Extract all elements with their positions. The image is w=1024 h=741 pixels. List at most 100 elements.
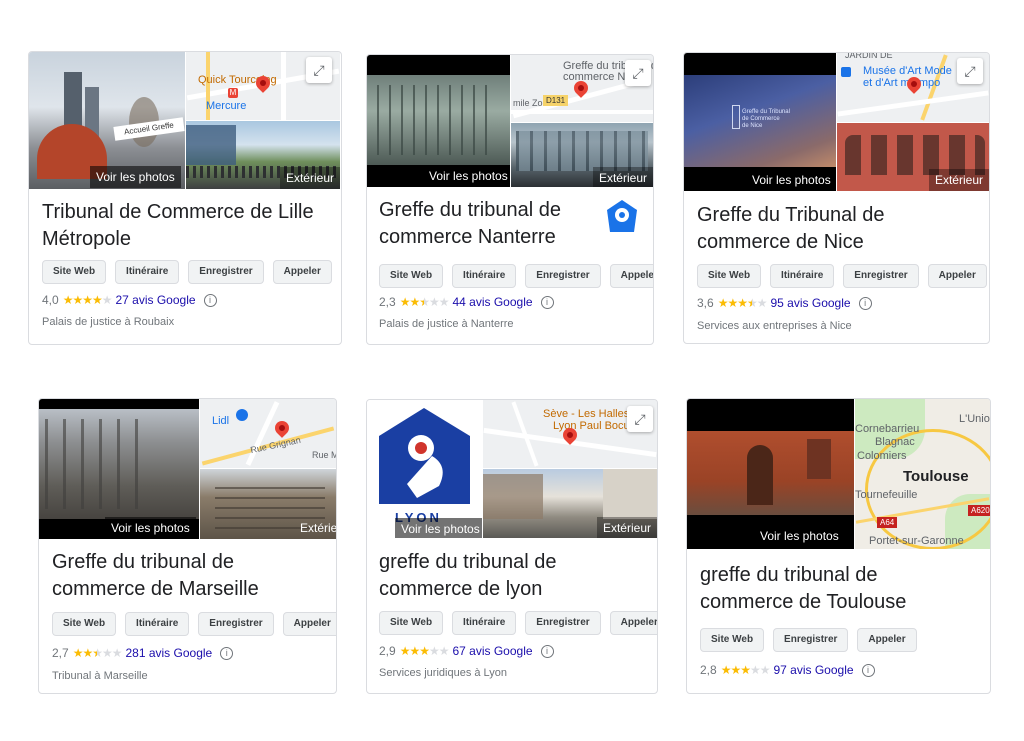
action-buttons: Site Web Itinéraire Enregistrer Appeler <box>52 612 336 636</box>
info-icon[interactable]: i <box>220 646 234 660</box>
map-thumbnail[interactable]: Lidl Rue Grignan Rue M <box>200 399 336 468</box>
website-button[interactable]: Site Web <box>42 260 107 284</box>
directions-button[interactable]: Itinéraire <box>770 264 835 288</box>
exterior-photo[interactable]: Extérieur <box>511 123 653 187</box>
reviews-link[interactable]: 44 avis Google <box>452 295 532 309</box>
map-thumbnail[interactable]: Quick Tourcoing M Mercure ⤢ <box>186 52 340 120</box>
star-rating: ★★★★★ <box>399 644 450 658</box>
reviews-link[interactable]: 95 avis Google <box>771 296 851 310</box>
directions-button[interactable]: Itinéraire <box>452 264 517 288</box>
main-photo[interactable]: Accueil Greffe Voir les photos <box>29 52 185 189</box>
call-button[interactable]: Appeler <box>272 260 332 284</box>
info-icon[interactable]: i <box>540 295 554 309</box>
business-card-lille[interactable]: Accueil Greffe Voir les photos Quick Tou… <box>28 51 342 345</box>
business-title[interactable]: Tribunal de Commerce de Lille Métropole <box>42 199 314 253</box>
metro-icon: M <box>228 88 238 98</box>
business-title[interactable]: greffe du tribunal de commerce de Toulou… <box>700 562 906 616</box>
directions-button[interactable]: Itinéraire <box>125 612 190 636</box>
rating-value: 2,8 <box>700 663 717 677</box>
save-button[interactable]: Enregistrer <box>198 612 274 636</box>
see-photos-button[interactable]: Voir les photos <box>90 166 181 188</box>
website-button[interactable]: Site Web <box>379 611 444 635</box>
shop-icon <box>236 409 248 421</box>
directions-button[interactable]: Itinéraire <box>115 260 180 284</box>
business-title[interactable]: Greffe du tribunal de commerce de Marsei… <box>52 549 259 603</box>
call-button[interactable]: Appeler <box>282 612 336 636</box>
main-photo[interactable]: Voir les photos <box>687 399 854 549</box>
rating-row: 3,6 ★★★★★ 95 avis Google i <box>697 296 872 310</box>
star-rating: ★★★★★ <box>62 293 113 307</box>
call-button[interactable]: Appeler <box>609 611 657 635</box>
info-icon[interactable]: i <box>858 296 872 310</box>
reviews-link[interactable]: 27 avis Google <box>115 293 195 307</box>
exterior-photo[interactable]: Extérieur <box>186 121 340 189</box>
rating-value: 2,3 <box>379 295 396 309</box>
business-card-toulouse[interactable]: Voir les photos L'Union Cornebarrieu Bla… <box>686 398 991 694</box>
see-photos-button[interactable]: Voir les photos <box>423 165 510 187</box>
map-thumbnail[interactable]: Greffe du tribunal de commerce N mile Zo… <box>511 55 653 122</box>
justice-logo-icon <box>607 200 637 232</box>
business-card-nice[interactable]: Greffe du Tribunal de Commerce de Nice Voi… <box>683 52 990 344</box>
reviews-link[interactable]: 67 avis Google <box>452 644 532 658</box>
exterior-photo[interactable]: Extérieur <box>483 469 657 538</box>
website-button[interactable]: Site Web <box>700 628 765 652</box>
save-button[interactable]: Enregistrer <box>525 264 601 288</box>
reviews-link[interactable]: 97 avis Google <box>773 663 853 677</box>
business-title[interactable]: Greffe du Tribunal de commerce de Nice <box>697 202 885 256</box>
action-buttons: Site Web Itinéraire Enregistrer Appeler <box>379 264 653 288</box>
see-photos-button[interactable]: Voir les photos <box>754 525 845 547</box>
expand-map-icon[interactable]: ⤢ <box>306 57 332 83</box>
expand-map-icon[interactable]: ⤢ <box>625 60 651 86</box>
save-button[interactable]: Enregistrer <box>525 611 601 635</box>
call-button[interactable]: Appeler <box>609 264 653 288</box>
see-photos-button[interactable]: Voir les photos <box>105 517 196 539</box>
rating-value: 2,7 <box>52 646 69 660</box>
exterior-photo[interactable]: Extérie <box>200 469 336 539</box>
action-buttons: Site Web Itinéraire Enregistrer Appeler <box>42 260 332 284</box>
expand-map-icon[interactable]: ⤢ <box>627 406 653 432</box>
business-card-marseille[interactable]: Voir les photos Lidl Rue Grignan Rue M E… <box>38 398 337 694</box>
see-photos-button[interactable]: Voir les photos <box>395 518 482 538</box>
category: Tribunal à Marseille <box>52 670 148 682</box>
category: Services juridiques à Lyon <box>379 667 507 679</box>
main-photo[interactable]: Voir les photos <box>39 399 199 539</box>
call-button[interactable]: Appeler <box>857 628 917 652</box>
directions-button[interactable]: Itinéraire <box>452 611 517 635</box>
star-rating: ★★★★★ <box>72 646 123 660</box>
website-button[interactable]: Site Web <box>52 612 117 636</box>
map-thumbnail[interactable]: JARDIN DE Musée d'Art Mode et d'Art mtem… <box>837 53 989 122</box>
map-thumbnail[interactable]: L'Union Cornebarrieu Blagnac Colomiers T… <box>855 399 990 549</box>
map-thumbnail[interactable]: Sève - Les Halles de Lyon Paul Bocuse ⤢ <box>483 400 657 468</box>
main-photo[interactable]: Greffe du Tribunal de Commerce de Nice Voi… <box>684 53 836 191</box>
expand-map-icon[interactable]: ⤢ <box>957 58 983 84</box>
star-rating: ★★★★★ <box>720 663 771 677</box>
rating-value: 4,0 <box>42 293 59 307</box>
category: Palais de justice à Nanterre <box>379 318 514 330</box>
business-card-lyon[interactable]: LYON Voir les photos Sève - Les Halles d… <box>366 399 658 694</box>
rating-value: 3,6 <box>697 296 714 310</box>
info-icon[interactable]: i <box>861 663 875 677</box>
info-icon[interactable]: i <box>540 644 554 658</box>
business-title[interactable]: Greffe du tribunal de commerce Nanterre <box>379 197 561 251</box>
main-photo[interactable]: LYON Voir les photos <box>367 400 482 538</box>
lyon-justice-logo-icon <box>379 408 470 504</box>
see-photos-button[interactable]: Voir les photos <box>746 169 836 191</box>
exterior-photo[interactable]: Extérieur <box>837 123 989 191</box>
save-button[interactable]: Enregistrer <box>188 260 264 284</box>
business-card-nanterre[interactable]: Voir les photos Greffe du tribunal de co… <box>366 54 654 345</box>
save-button[interactable]: Enregistrer <box>773 628 849 652</box>
action-buttons: Site Web Itinéraire Enregistrer Appeler <box>379 611 657 635</box>
website-button[interactable]: Site Web <box>697 264 762 288</box>
business-title[interactable]: greffe du tribunal de commerce de lyon <box>379 549 557 603</box>
rating-row: 2,9 ★★★★★ 67 avis Google i <box>379 644 554 658</box>
website-button[interactable]: Site Web <box>379 264 444 288</box>
action-buttons: Site Web Itinéraire Enregistrer Appeler <box>697 264 987 288</box>
reviews-link[interactable]: 281 avis Google <box>125 646 212 660</box>
save-button[interactable]: Enregistrer <box>843 264 919 288</box>
rating-row: 2,7 ★★★★★ 281 avis Google i <box>52 646 234 660</box>
rating-row: 2,8 ★★★★★ 97 avis Google i <box>700 663 875 677</box>
category: Services aux entreprises à Nice <box>697 320 852 332</box>
call-button[interactable]: Appeler <box>927 264 987 288</box>
main-photo[interactable]: Voir les photos <box>367 55 510 187</box>
info-icon[interactable]: i <box>203 293 217 307</box>
